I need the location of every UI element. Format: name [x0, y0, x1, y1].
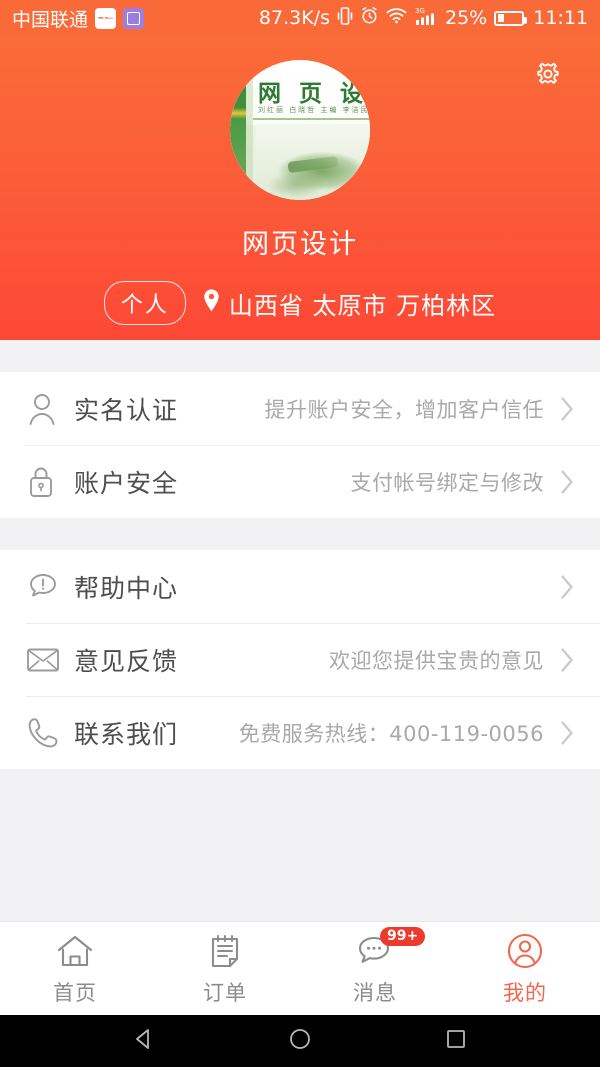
location-pin-icon: [202, 288, 221, 319]
menu-row-desc: 支付帐号绑定与修改: [350, 470, 544, 495]
clock-label: 11:11: [533, 7, 588, 29]
alarm-icon: [360, 6, 379, 30]
location-label: 山西省 太原市 万柏林区: [228, 291, 497, 320]
menu-row-desc: 欢迎您提供宝贵的意见: [329, 648, 544, 673]
envelope-icon: [26, 646, 68, 674]
carrier-label: 中国联通: [12, 8, 89, 31]
tab-label: 我的: [503, 980, 547, 1005]
message-badge: 99+: [380, 926, 426, 946]
phone-screen: 中国联通 87.3K/s 3G 25% 11:11 网 页 设 刘红丽 白晓哲 …: [0, 0, 600, 1067]
chevron-right-icon: [560, 469, 578, 495]
order-icon: [204, 931, 246, 971]
chevron-right-icon: [560, 396, 578, 422]
book-authors-text: 刘红丽 白晓哲 主编 李洁民 林 薇 杨学军 副主编: [258, 106, 370, 114]
menu-row-title: 联系我们: [74, 719, 179, 749]
tab-mine[interactable]: 我的: [450, 922, 600, 1015]
home-circle-icon[interactable]: [287, 1026, 313, 1056]
menu-row-desc: 提升账户安全，增加客户信任: [264, 397, 544, 422]
status-bar-right: 87.3K/s 3G 25% 11:11: [259, 6, 588, 31]
vibrate-icon: [337, 6, 353, 31]
status-bar: 中国联通 87.3K/s 3G 25% 11:11: [0, 0, 600, 36]
menu-row-help-center[interactable]: 帮助中心: [0, 550, 600, 623]
menu-row-desc: 免费服务热线：400-119-0056: [238, 721, 544, 746]
settings-button[interactable]: [528, 56, 568, 96]
svg-text:3G: 3G: [415, 7, 425, 15]
tab-messages[interactable]: 99+ 消息: [300, 922, 450, 1015]
chevron-right-icon: [560, 574, 578, 600]
menu-group-support: 帮助中心 意见反馈 欢迎您提供宝贵的意见 联系我们 免费服务热线：400-119…: [0, 550, 600, 769]
profile-icon: [504, 931, 546, 971]
user-icon: [26, 391, 68, 427]
battery-percent-label: 25%: [445, 7, 488, 29]
tab-home[interactable]: 首页: [0, 922, 150, 1015]
photo-notification-icon: [123, 7, 145, 29]
chevron-right-icon: [560, 720, 578, 746]
tab-orders[interactable]: 订单: [150, 922, 300, 1015]
location-row: 山西省 太原市 万柏林区: [202, 286, 496, 321]
profile-meta-row: 个人 山西省 太原市 万柏林区: [103, 281, 496, 325]
tab-label: 消息: [353, 980, 397, 1005]
tab-label: 首页: [53, 980, 97, 1005]
username-label: 网页设计: [242, 229, 358, 260]
tab-label: 订单: [203, 980, 247, 1005]
health-notification-icon: [95, 7, 117, 29]
network-speed-label: 87.3K/s: [258, 7, 330, 29]
profile-header: 网 页 设 计 刘红丽 白晓哲 主编 李洁民 林 薇 杨学军 副主编 网页设计 …: [0, 36, 600, 340]
avatar[interactable]: 网 页 设 计 刘红丽 白晓哲 主编 李洁民 林 薇 杨学军 副主编: [230, 60, 370, 200]
menu-row-account-security[interactable]: 账户安全 支付帐号绑定与修改: [0, 445, 600, 518]
avatar-book-cover-image: 网 页 设 计 刘红丽 白晓哲 主编 李洁民 林 薇 杨学军 副主编: [230, 60, 370, 200]
cellular-signal-icon: 3G: [414, 6, 438, 31]
book-rule-line: [253, 118, 370, 120]
menu-row-title: 账户安全: [74, 468, 179, 498]
chevron-right-icon: [560, 647, 578, 673]
menu-row-title: 实名认证: [74, 395, 179, 425]
book-title-text: 网 页 设 计: [258, 81, 370, 107]
menu-group-account: 实名认证 提升账户安全，增加客户信任 账户安全 支付帐号绑定与修改: [0, 372, 600, 518]
menu-row-title: 帮助中心: [74, 573, 179, 603]
bottom-tab-bar: 首页 订单 99+ 消息 我的: [0, 921, 600, 1015]
android-navigation-bar: [0, 1015, 600, 1067]
list-top-spacer: [0, 340, 600, 372]
status-bar-left: 中国联通: [12, 5, 145, 32]
menu-row-feedback[interactable]: 意见反馈 欢迎您提供宝贵的意见: [0, 623, 600, 696]
home-icon: [54, 931, 96, 971]
gear-icon: [531, 57, 565, 95]
lock-icon: [26, 464, 68, 500]
book-spine-shade: [246, 60, 253, 200]
wifi-icon: [386, 7, 407, 29]
phone-icon: [26, 716, 68, 750]
list-group-spacer: [0, 518, 600, 550]
settings-list: 实名认证 提升账户安全，增加客户信任 账户安全 支付帐号绑定与修改 帮助中心 意…: [0, 340, 600, 921]
book-spine-bar: [230, 60, 246, 200]
account-type-badge: 个人: [103, 281, 186, 325]
book-cover-photo: [256, 124, 370, 200]
menu-row-title: 意见反馈: [74, 646, 179, 676]
help-bubble-icon: [26, 570, 68, 604]
message-icon: 99+: [354, 926, 426, 971]
menu-row-real-name-verification[interactable]: 实名认证 提升账户安全，增加客户信任: [0, 372, 600, 445]
recents-square-icon[interactable]: [443, 1026, 469, 1056]
back-icon[interactable]: [131, 1026, 157, 1056]
menu-row-contact-us[interactable]: 联系我们 免费服务热线：400-119-0056: [0, 696, 600, 769]
battery-icon: [494, 10, 528, 26]
